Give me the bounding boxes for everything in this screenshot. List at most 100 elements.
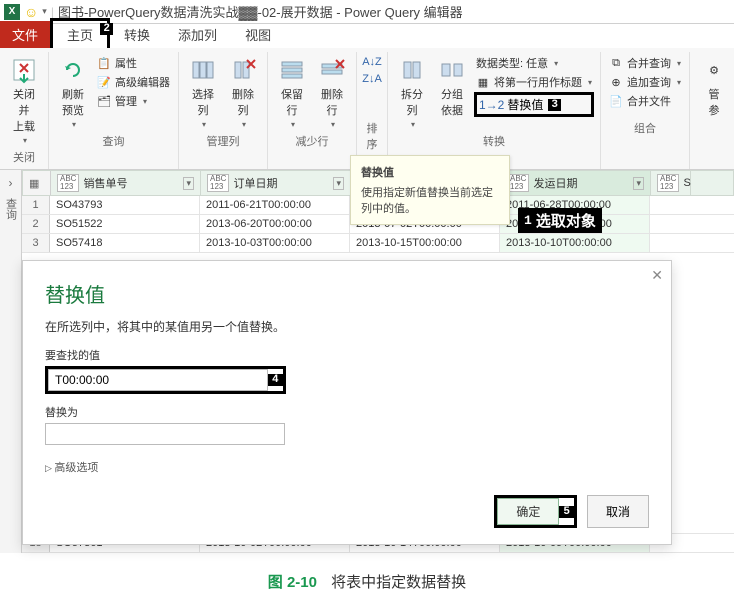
queries-pane-collapsed[interactable]: › 查询 [0, 170, 22, 553]
properties-button[interactable]: 📋属性 [95, 54, 172, 72]
marker-4: 4 [268, 374, 283, 386]
excel-icon: X [4, 4, 20, 20]
tab-addcolumn[interactable]: 添加列 [164, 21, 231, 48]
append-queries-button[interactable]: ⊕追加查询 [607, 73, 683, 91]
group-label-transform: 转换 [394, 131, 594, 151]
marker-5: 5 [559, 506, 574, 518]
advanced-editor-button[interactable]: 📝高级编辑器 [95, 73, 172, 91]
type-icon: ABC 123 [207, 174, 229, 192]
ribbon-group-sort: A↓Z Z↓A 排序 [357, 52, 388, 169]
callout-select-object: 1 选取对象 [518, 208, 602, 233]
filter-icon[interactable]: ▾ [183, 177, 194, 190]
close-load-button[interactable]: 关闭并 上载 [6, 54, 42, 147]
datatype-button[interactable]: 数据类型: 任意 [474, 54, 594, 72]
ribbon-group-transform: 拆分 列 分组 依据 数据类型: 任意 ▦将第一行用作标题 1→2 替换值 3 … [388, 52, 601, 169]
replace-with-input[interactable] [45, 423, 285, 445]
keep-rows-button[interactable]: 保留 行 [274, 54, 310, 131]
expand-icon[interactable]: › [9, 176, 13, 190]
advanced-options-toggle[interactable]: 高级选项 [45, 459, 649, 475]
dialog-buttons: 确定 5 取消 [45, 495, 649, 528]
split-column-button[interactable]: 拆分 列 [394, 54, 430, 131]
filter-icon[interactable]: ▾ [633, 177, 644, 190]
find-label: 要查找的值 [45, 347, 649, 363]
adv-editor-icon: 📝 [97, 75, 111, 89]
sort-asc-icon: A↓Z [365, 55, 379, 69]
append-icon: ⊕ [609, 75, 623, 89]
group-by-button[interactable]: 分组 依据 [434, 54, 470, 120]
manage-button[interactable]: 🗂管理 [95, 92, 172, 110]
qat-dropdown[interactable]: ▾ [42, 6, 47, 17]
close-icon[interactable]: ✕ [651, 267, 663, 284]
dialog-title: 替换值 [45, 279, 649, 308]
close-load-icon [10, 56, 38, 84]
ribbon-group-managecol: 选择 列 删除 列 管理列 [179, 52, 268, 169]
remove-col-icon [229, 56, 257, 84]
header-icon: ▦ [476, 75, 490, 89]
type-icon: ABC 123 [57, 174, 79, 192]
sort-desc-icon: Z↓A [365, 72, 379, 86]
refresh-label: 刷新 预览 [62, 86, 84, 118]
marker-3: 3 [548, 99, 561, 111]
properties-icon: 📋 [97, 56, 111, 70]
filter-icon[interactable]: ▾ [333, 177, 344, 190]
group-label-query: 查询 [55, 131, 172, 151]
table-row[interactable]: 3 SO57418 2013-10-03T00:00:00 2013-10-15… [22, 234, 734, 253]
tab-home-label: 主页 [67, 28, 93, 43]
tab-file[interactable]: 文件 [0, 21, 50, 48]
ribbon-group-params: ⚙管 参 [690, 52, 734, 169]
tab-home[interactable]: 主页 2 [50, 18, 110, 48]
replace-label: 替换值 [507, 96, 543, 113]
ribbon-group-reducerow: 保留 行 删除 行 减少行 [268, 52, 357, 169]
group-label-close: 关闭 [6, 147, 42, 167]
col-header-sales[interactable]: ABC 123销售单号▾ [51, 171, 201, 195]
col-header-orderdate[interactable]: ABC 123订单日期▾ [201, 171, 351, 195]
figure-number: 图 2-10 [268, 574, 317, 591]
find-value-input[interactable] [48, 369, 268, 391]
figure-caption: 图 2-10 将表中指定数据替换 [0, 553, 734, 600]
cancel-button[interactable]: 取消 [587, 495, 649, 528]
smiley-icon: ☺ [24, 4, 38, 20]
remove-row-icon [318, 56, 346, 84]
merge-files-button[interactable]: 📄合并文件 [607, 92, 683, 110]
group-label-combine: 组合 [607, 118, 683, 138]
queries-label: 查询 [3, 198, 19, 220]
ok-button-wrap: 确定 5 [494, 495, 577, 528]
replace-icon: 1→2 [479, 98, 504, 112]
group-label-managecol: 管理列 [185, 131, 261, 151]
remove-columns-button[interactable]: 删除 列 [225, 54, 261, 131]
remove-rows-button[interactable]: 删除 行 [314, 54, 350, 131]
ribbon-group-combine: ⧉合并查询 ⊕追加查询 📄合并文件 组合 [601, 52, 690, 169]
type-icon: ABC 123 [507, 174, 529, 192]
params-icon: ⚙ [700, 56, 728, 84]
qat-sep: | [51, 5, 54, 19]
manage-params-button[interactable]: ⚙管 参 [696, 54, 732, 120]
marker-1: 1 [524, 213, 532, 228]
sort-asc-button[interactable]: A↓Z [363, 54, 381, 70]
type-icon: ABC 123 [657, 174, 679, 192]
col-header-last[interactable]: ABC 123S [651, 171, 691, 195]
choose-columns-button[interactable]: 选择 列 [185, 54, 221, 131]
figure-text: 将表中指定数据替换 [331, 574, 466, 591]
tooltip-body: 使用指定新值替换当前选定列中的值。 [361, 184, 499, 216]
refresh-icon [59, 56, 87, 84]
find-input-wrap: 4 [45, 366, 286, 394]
row-header-corner[interactable]: ▦ [23, 171, 51, 195]
tab-transform[interactable]: 转换 [110, 21, 164, 48]
ribbon: 关闭并 上载 关闭 刷新 预览 📋属性 📝高级编辑器 🗂管理 查询 选择 列 删… [0, 48, 734, 170]
replace-tooltip: 替换值 使用指定新值替换当前选定列中的值。 [350, 155, 510, 225]
ribbon-tabs: 文件 主页 2 转换 添加列 视图 [0, 24, 734, 48]
mergefile-icon: 📄 [609, 94, 623, 108]
merge-queries-button[interactable]: ⧉合并查询 [607, 54, 683, 72]
ribbon-group-query: 刷新 预览 📋属性 📝高级编辑器 🗂管理 查询 [49, 52, 179, 169]
replace-values-button[interactable]: 1→2 替换值 3 [474, 92, 594, 117]
groupby-icon [438, 56, 466, 84]
group-label-reducerow: 减少行 [274, 131, 350, 151]
choose-col-icon [189, 56, 217, 84]
col-header-shipdate[interactable]: ABC 123发运日期▾ [501, 171, 651, 195]
use-first-row-header-button[interactable]: ▦将第一行用作标题 [474, 73, 594, 91]
ok-button[interactable]: 确定 [497, 498, 559, 525]
tab-view[interactable]: 视图 [231, 21, 285, 48]
refresh-preview-button[interactable]: 刷新 预览 [55, 54, 91, 131]
window-title: 图书-PowerQuery数据清洗实战▓▓-02-展开数据 - Power Qu… [58, 2, 463, 21]
sort-desc-button[interactable]: Z↓A [363, 71, 381, 87]
